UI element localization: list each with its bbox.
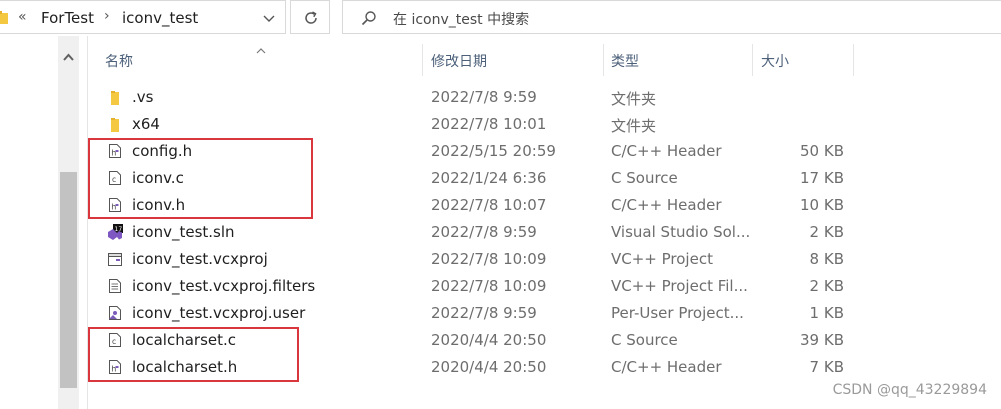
folder-icon	[0, 10, 8, 29]
file-date: 2022/5/15 20:59	[431, 142, 556, 160]
file-type: C/C++ Header	[611, 196, 722, 214]
file-date: 2020/4/4 20:50	[431, 358, 547, 376]
address-bar[interactable]: « ForTest › iconv_test	[0, 0, 286, 34]
file-type: C/C++ Header	[611, 142, 722, 160]
file-name[interactable]: iconv_test.vcxproj.user	[132, 304, 305, 322]
search-icon	[361, 11, 376, 26]
highlight-box-iconv-files	[88, 138, 313, 219]
file-date: 2022/1/24 6:36	[431, 169, 547, 187]
file-size: 1 KB	[809, 304, 844, 322]
file-date: 2020/4/4 20:50	[431, 331, 547, 349]
file-row[interactable]: 17 iconv_test.sln 2022/7/8 9:59 Visual Stud…	[88, 219, 1001, 246]
folder-icon	[107, 89, 123, 105]
file-size: 2 KB	[809, 223, 844, 241]
user-file-icon	[107, 305, 123, 321]
column-type[interactable]: 类型	[611, 51, 639, 71]
search-box[interactable]: 在 iconv_test 中搜索	[342, 0, 1001, 34]
watermark: CSDN @qq_43229894	[832, 382, 987, 398]
refresh-icon	[305, 11, 317, 24]
navigation-pane	[0, 36, 58, 409]
column-header: 名称 修改日期 类型 大小	[88, 36, 1001, 76]
file-type: Per-User Project...	[611, 304, 744, 322]
file-size: 2 KB	[809, 277, 844, 295]
file-name[interactable]: iconv_test.sln	[132, 223, 235, 241]
column-separator[interactable]	[422, 44, 423, 76]
chevron-down-icon[interactable]	[262, 10, 276, 29]
column-date[interactable]: 修改日期	[431, 51, 487, 71]
file-type: C/C++ Header	[611, 358, 722, 376]
file-date: 2022/7/8 10:01	[431, 115, 547, 133]
scrollbar-thumb[interactable]	[60, 172, 77, 388]
file-date: 2022/7/8 10:07	[431, 196, 547, 214]
file-date: 2022/7/8 9:59	[431, 304, 537, 322]
file-name[interactable]: iconv_test.vcxproj.filters	[132, 277, 315, 295]
sort-ascending-icon	[256, 39, 266, 58]
file-date: 2022/7/8 10:09	[431, 277, 547, 295]
column-name[interactable]: 名称	[105, 51, 133, 71]
file-row[interactable]: .vs 2022/7/8 9:59 文件夹	[88, 84, 1001, 111]
file-size: 7 KB	[809, 358, 844, 376]
file-type: Visual Studio Sol...	[611, 223, 751, 241]
breadcrumb-fortest[interactable]: ForTest	[41, 9, 94, 27]
file-name[interactable]: x64	[132, 115, 160, 133]
column-separator[interactable]	[603, 44, 604, 76]
file-size: 39 KB	[800, 331, 844, 349]
vertical-scrollbar[interactable]	[58, 36, 79, 409]
file-size: 8 KB	[809, 250, 844, 268]
column-separator[interactable]	[853, 44, 854, 76]
file-type: VC++ Project Fil...	[611, 277, 748, 295]
file-row[interactable]: x64 2022/7/8 10:01 文件夹	[88, 111, 1001, 138]
file-type: C Source	[611, 331, 678, 349]
column-size[interactable]: 大小	[761, 51, 789, 71]
file-row[interactable]: iconv_test.vcxproj.filters 2022/7/8 10:09…	[88, 273, 1001, 300]
vcxproj-icon	[107, 251, 123, 267]
file-date: 2022/7/8 10:09	[431, 250, 547, 268]
folder-icon	[107, 116, 123, 132]
file-name[interactable]: iconv_test.vcxproj	[132, 250, 268, 268]
file-name[interactable]: .vs	[132, 88, 153, 106]
column-separator[interactable]	[752, 44, 753, 76]
scroll-up-icon[interactable]	[63, 46, 74, 65]
top-toolbar: « ForTest › iconv_test 在 iconv_test 中搜索	[0, 0, 1001, 36]
file-row[interactable]: iconv_test.vcxproj 2022/7/8 10:09 VC++ Pro…	[88, 246, 1001, 273]
file-row[interactable]: iconv_test.vcxproj.user 2022/7/8 9:59 Per-…	[88, 300, 1001, 327]
overflow-chevron-icon[interactable]: «	[18, 9, 27, 25]
breadcrumb-separator-icon[interactable]: ›	[104, 8, 110, 24]
refresh-button[interactable]	[290, 0, 330, 34]
file-date: 2022/7/8 9:59	[431, 223, 537, 241]
file-size: 50 KB	[800, 142, 844, 160]
breadcrumb-iconv-test[interactable]: iconv_test	[122, 9, 198, 27]
file-type: 文件夹	[611, 117, 657, 135]
file-type: C Source	[611, 169, 678, 187]
file-size: 10 KB	[800, 196, 844, 214]
file-type: 文件夹	[611, 90, 657, 108]
file-type: VC++ Project	[611, 250, 713, 268]
file-date: 2022/7/8 9:59	[431, 88, 537, 106]
file-size: 17 KB	[800, 169, 844, 187]
filters-file-icon	[107, 278, 123, 294]
search-placeholder[interactable]: 在 iconv_test 中搜索	[393, 9, 529, 29]
highlight-box-localcharset-files	[88, 327, 299, 382]
vs-solution-icon: 17	[107, 224, 123, 240]
